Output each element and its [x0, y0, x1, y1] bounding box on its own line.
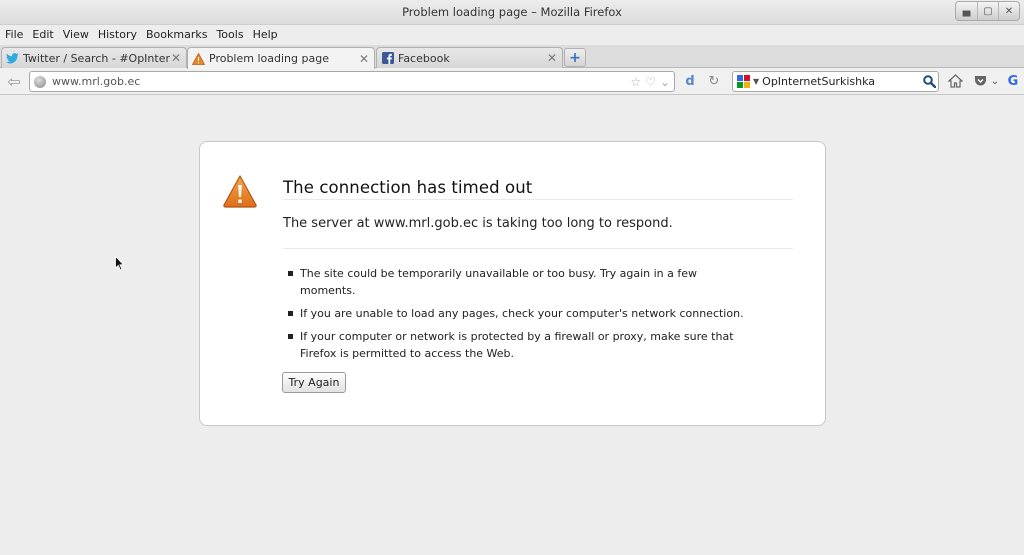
- google-toolbar-icon[interactable]: G: [1004, 72, 1022, 90]
- menu-help[interactable]: Help: [253, 25, 278, 45]
- tab-strip: Twitter / Search - #OpInter... ✕ Problem…: [0, 45, 1024, 69]
- menu-edit[interactable]: Edit: [32, 25, 53, 45]
- error-title: The connection has timed out: [283, 178, 533, 197]
- plus-icon: +: [569, 49, 581, 66]
- close-tab-icon[interactable]: ✕: [170, 51, 182, 65]
- url-input[interactable]: [52, 75, 631, 88]
- pocket-icon[interactable]: [971, 72, 989, 90]
- warning-icon: [192, 52, 205, 65]
- twitter-bird-icon: [6, 52, 19, 65]
- search-input[interactable]: [762, 75, 920, 88]
- divider: [283, 248, 793, 249]
- window-controls: ▄ ▢ ✕: [955, 1, 1020, 21]
- site-identity-icon[interactable]: [34, 75, 46, 88]
- error-page-container: The connection has timed out The server …: [199, 141, 826, 426]
- search-engine-dropdown-icon[interactable]: ▼: [753, 77, 759, 86]
- divider: [283, 199, 793, 200]
- menu-tools[interactable]: Tools: [216, 25, 243, 45]
- feed-icon[interactable]: ♡: [645, 75, 656, 89]
- tab-label: Problem loading page: [209, 52, 329, 65]
- try-again-button[interactable]: Try Again: [282, 372, 346, 393]
- list-item: If you are unable to load any pages, che…: [288, 305, 748, 322]
- error-suggestions-list: The site could be temporarily unavailabl…: [288, 265, 748, 368]
- list-item: If your computer or network is protected…: [288, 328, 748, 362]
- menu-history[interactable]: History: [98, 25, 137, 45]
- menu-file[interactable]: File: [5, 25, 23, 45]
- reload-icon[interactable]: ↻: [705, 72, 723, 90]
- close-window-icon[interactable]: ✕: [998, 2, 1019, 20]
- back-button[interactable]: ⇦: [3, 71, 25, 91]
- maximize-icon[interactable]: ▢: [977, 2, 998, 20]
- window-title: Problem loading page – Mozilla Firefox: [402, 5, 622, 19]
- back-arrow-icon: ⇦: [7, 71, 21, 91]
- error-description: The server at www.mrl.gob.ec is taking t…: [283, 216, 673, 231]
- close-tab-icon[interactable]: ✕: [358, 52, 370, 66]
- url-bar[interactable]: ☆ ♡ ⌄: [29, 71, 675, 92]
- window-titlebar: Problem loading page – Mozilla Firefox ▄…: [0, 0, 1024, 25]
- tab-twitter[interactable]: Twitter / Search - #OpInter... ✕: [1, 47, 187, 68]
- mouse-cursor-icon: [115, 256, 125, 271]
- search-icon[interactable]: [920, 73, 938, 91]
- list-item: The site could be temporarily unavailabl…: [288, 265, 748, 299]
- search-bar[interactable]: ▼: [732, 71, 939, 92]
- url-history-dropdown-icon[interactable]: ⌄: [660, 75, 670, 89]
- minimize-icon[interactable]: ▄: [956, 2, 977, 20]
- menu-bookmarks[interactable]: Bookmarks: [146, 25, 207, 45]
- tab-facebook[interactable]: Facebook ✕: [376, 47, 563, 68]
- menu-bar: File Edit View History Bookmarks Tools H…: [0, 25, 1024, 45]
- google-search-engine-icon[interactable]: [736, 75, 750, 89]
- menu-view[interactable]: View: [63, 25, 89, 45]
- navigation-toolbar: ⇦ ☆ ♡ ⌄ d ↻ ▼ ⌄ G: [0, 68, 1024, 95]
- tab-label: Twitter / Search - #OpInter...: [23, 51, 170, 65]
- facebook-icon: [381, 52, 394, 65]
- toolbar-dropdown-icon[interactable]: ⌄: [989, 72, 1001, 90]
- tab-label: Facebook: [398, 51, 450, 65]
- warning-icon: [223, 175, 257, 208]
- delicious-icon[interactable]: d: [681, 72, 699, 90]
- new-tab-button[interactable]: +: [564, 48, 586, 67]
- tab-problem-loading[interactable]: Problem loading page ✕: [187, 47, 375, 69]
- home-icon[interactable]: [946, 72, 964, 90]
- close-tab-icon[interactable]: ✕: [546, 51, 558, 65]
- bookmark-star-icon[interactable]: ☆: [630, 75, 641, 89]
